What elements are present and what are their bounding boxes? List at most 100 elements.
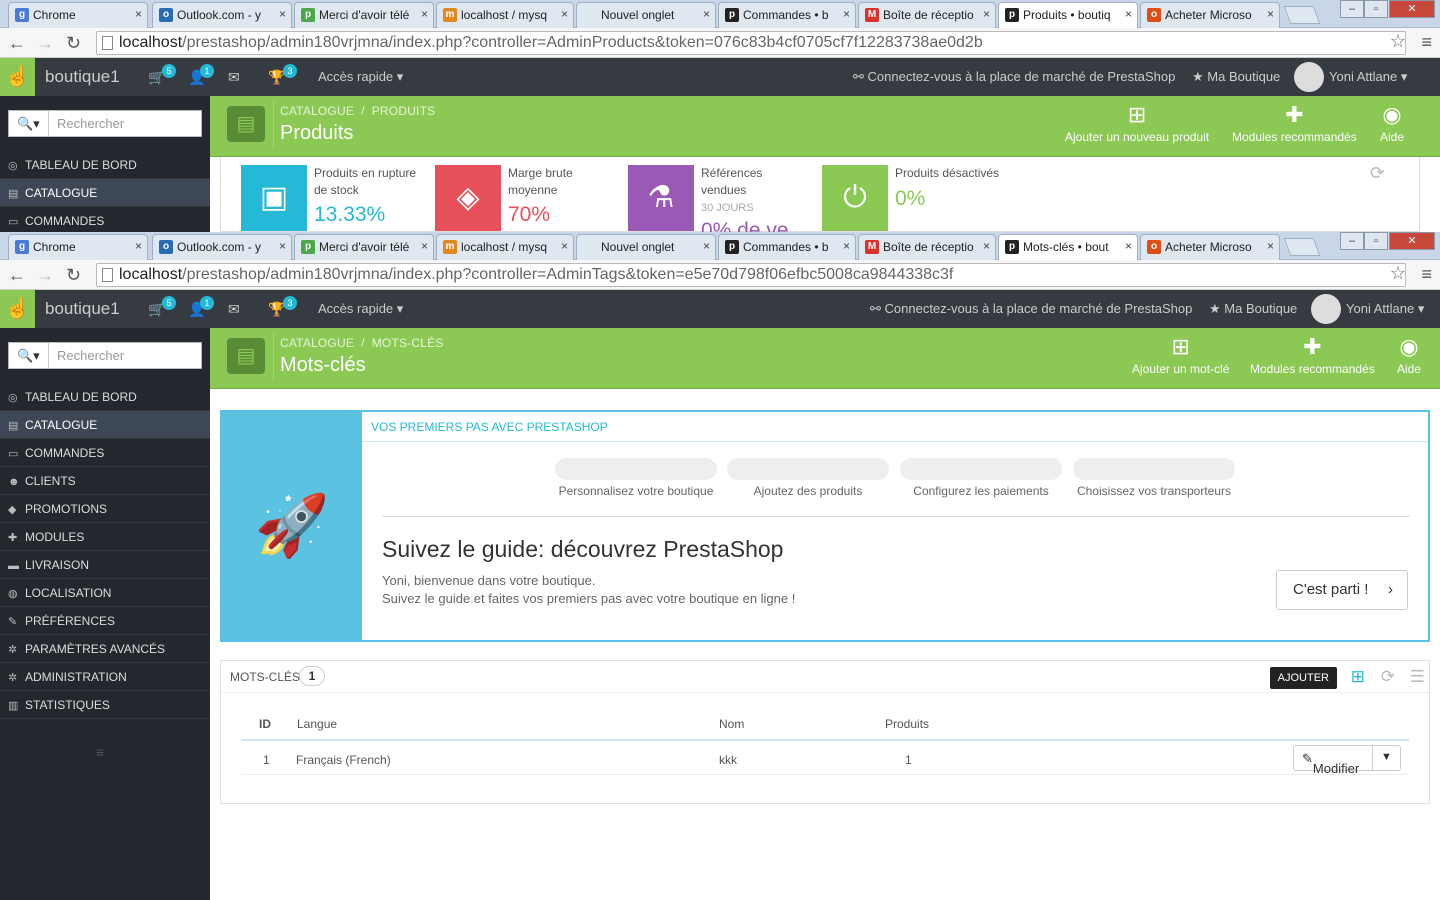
search-box[interactable]: 🔍▾ Rechercher [8, 342, 202, 369]
close-tab-icon[interactable]: × [1125, 7, 1132, 21]
sidebar-item-administration[interactable]: ✲ ADMINISTRATION [0, 663, 210, 691]
kpi-references-sold[interactable]: ⚗ Références vendues 30 JOURS 0% de ve [628, 165, 818, 232]
close-tab-icon[interactable]: × [279, 7, 286, 21]
bookmark-star-icon[interactable]: ☆ [1390, 263, 1406, 284]
sidebar-item-catalogue[interactable]: ▤ CATALOGUE [0, 411, 210, 439]
help-button[interactable]: ◉ Aide [1397, 334, 1421, 376]
my-shop-link[interactable]: ★ Ma Boutique [1192, 69, 1280, 85]
envelope-icon[interactable]: ✉ [228, 69, 240, 86]
shop-name[interactable]: boutique1 [45, 67, 120, 87]
collapse-menu-icon[interactable]: ≡ [96, 744, 104, 760]
browser-tab[interactable]: o Outlook.com - y × [152, 2, 292, 28]
sidebar-item-dashboard[interactable]: ◎ TABLEAU DE BORD [0, 151, 210, 179]
reload-icon[interactable]: ↻ [66, 265, 81, 286]
breadcrumb-item[interactable]: MOTS-CLÉS [372, 336, 444, 350]
breadcrumb-item[interactable]: CATALOGUE [280, 336, 354, 350]
close-tab-icon[interactable]: × [983, 7, 990, 21]
column-header[interactable]: ID [259, 717, 271, 731]
sidebar-item-pr-f-rences[interactable]: ✎ PRÉFÉRENCES [0, 607, 210, 635]
back-icon[interactable]: ← [8, 33, 26, 54]
browser-tab[interactable]: m localhost / mysq × [436, 234, 574, 260]
close-tab-icon[interactable]: × [421, 7, 428, 21]
sql-query-icon[interactable]: ☰ [1410, 667, 1425, 687]
start-guide-button[interactable]: C'est parti ! › [1276, 570, 1408, 610]
close-tab-icon[interactable]: × [703, 239, 710, 253]
column-header[interactable]: Langue [297, 717, 337, 731]
kpi-disabled-products[interactable]: ⏻ Produits désactivés 0% [822, 165, 1012, 232]
sidebar-item-modules[interactable]: ✚ MODULES [0, 523, 210, 551]
column-header[interactable]: Nom [719, 717, 744, 731]
table-row[interactable]: 1 Français (French) kkk 1 ✎ Modifier ▼ [241, 743, 1409, 776]
sidebar-item-tableau-de-bord[interactable]: ◎ TABLEAU DE BORD [0, 383, 210, 411]
user-menu[interactable]: Yoni Attlane ▾ [1346, 301, 1424, 317]
sidebar-item-statistiques[interactable]: ▥ STATISTIQUES [0, 691, 210, 719]
add-tag-button[interactable]: ⊞ Ajouter un mot-clé [1132, 334, 1229, 376]
maximize-button[interactable]: ▫ [1364, 0, 1388, 18]
edit-button[interactable]: ✎ Modifier ▼ [1293, 745, 1401, 776]
recommended-modules-button[interactable]: ✚ Modules recommandés [1232, 102, 1357, 144]
forward-icon[interactable]: → [36, 33, 54, 54]
url-field[interactable]: localhost/prestashop/admin180vrjmna/inde… [96, 263, 1406, 287]
close-tab-icon[interactable]: × [843, 239, 850, 253]
close-tab-icon[interactable]: × [135, 239, 142, 253]
chrome-menu-icon[interactable]: ≡ [1421, 264, 1432, 285]
my-shop-link[interactable]: ★ Ma Boutique [1209, 301, 1297, 317]
marketplace-link[interactable]: ⚯ Connectez-vous à la place de marché de… [870, 301, 1192, 317]
browser-tab[interactable]: p Merci d'avoir télé × [294, 2, 434, 28]
browser-tab[interactable]: o Outlook.com - y × [152, 234, 292, 260]
browser-tab[interactable]: p Commandes • b × [718, 234, 856, 260]
onboarding-step[interactable]: Personnalisez votre boutique [555, 458, 717, 498]
sidebar-item-param-tres-avanc-s[interactable]: ✲ PARAMÈTRES AVANCÉS [0, 635, 210, 663]
add-new-icon[interactable]: ⊞ [1351, 667, 1365, 687]
browser-tab[interactable]: p Produits • boutiq × [998, 2, 1138, 28]
url-field[interactable]: localhost/prestashop/admin180vrjmna/inde… [96, 31, 1406, 55]
refresh-icon[interactable]: ⟳ [1370, 163, 1385, 184]
close-window-button[interactable]: ✕ [1389, 0, 1435, 18]
refresh-list-icon[interactable]: ⟳ [1381, 667, 1395, 687]
envelope-icon[interactable]: ✉ [228, 301, 240, 318]
browser-tab[interactable]: p Mots-clés • bout × [998, 234, 1138, 260]
prestashop-logo-icon[interactable]: ☝ [0, 290, 35, 328]
browser-tab[interactable]: o Acheter Microso × [1140, 234, 1280, 260]
back-icon[interactable]: ← [8, 265, 26, 286]
new-tab-button[interactable] [1283, 238, 1321, 256]
sidebar-item-orders[interactable]: ▭ COMMANDES [0, 207, 210, 232]
search-box[interactable]: 🔍▾ Rechercher [8, 110, 202, 137]
browser-tab[interactable]: M Boîte de réceptio × [858, 234, 996, 260]
breadcrumb-item[interactable]: CATALOGUE [280, 104, 354, 118]
minimize-button[interactable]: – [1340, 232, 1364, 250]
close-tab-icon[interactable]: × [1267, 239, 1274, 253]
browser-tab[interactable]: o Acheter Microso × [1140, 2, 1280, 28]
user-menu[interactable]: Yoni Attlane ▾ [1329, 69, 1407, 85]
browser-tab[interactable]: g Chrome × [8, 234, 148, 260]
close-tab-icon[interactable]: × [843, 7, 850, 21]
browser-tab[interactable]: p Commandes • b × [718, 2, 856, 28]
column-header[interactable]: Produits [885, 717, 929, 731]
breadcrumb-item[interactable]: PRODUITS [372, 104, 436, 118]
recommended-modules-button[interactable]: ✚ Modules recommandés [1250, 334, 1375, 376]
onboarding-step[interactable]: Ajoutez des produits [727, 458, 889, 498]
minimize-button[interactable]: – [1340, 0, 1364, 18]
shop-name[interactable]: boutique1 [45, 299, 120, 319]
close-tab-icon[interactable]: × [135, 7, 142, 21]
avatar[interactable] [1311, 294, 1341, 324]
browser-tab[interactable]: p Merci d'avoir télé × [294, 234, 434, 260]
sidebar-item-catalogue[interactable]: ▤ CATALOGUE [0, 179, 210, 207]
new-tab-button[interactable] [1283, 6, 1321, 24]
close-tab-icon[interactable]: × [983, 239, 990, 253]
onboarding-step[interactable]: Choisissez vos transporteurs [1073, 458, 1235, 498]
chrome-menu-icon[interactable]: ≡ [1421, 32, 1432, 53]
search-icon[interactable]: 🔍▾ [9, 111, 49, 136]
browser-tab[interactable]: m localhost / mysq × [436, 2, 574, 28]
onboarding-step[interactable]: Configurez les paiements [900, 458, 1062, 498]
close-tab-icon[interactable]: × [1267, 7, 1274, 21]
browser-tab[interactable]: M Boîte de réceptio × [858, 2, 996, 28]
quick-access-dropdown[interactable]: Accès rapide ▾ [318, 301, 403, 317]
add-product-button[interactable]: ⊞ Ajouter un nouveau produit [1065, 102, 1209, 144]
sidebar-item-localisation[interactable]: ◍ LOCALISATION [0, 579, 210, 607]
close-tab-icon[interactable]: × [561, 7, 568, 21]
bookmark-star-icon[interactable]: ☆ [1390, 31, 1406, 52]
browser-tab[interactable]: Nouvel onglet × [576, 2, 716, 28]
close-tab-icon[interactable]: × [421, 239, 428, 253]
prestashop-logo-icon[interactable]: ☝ [0, 58, 35, 96]
